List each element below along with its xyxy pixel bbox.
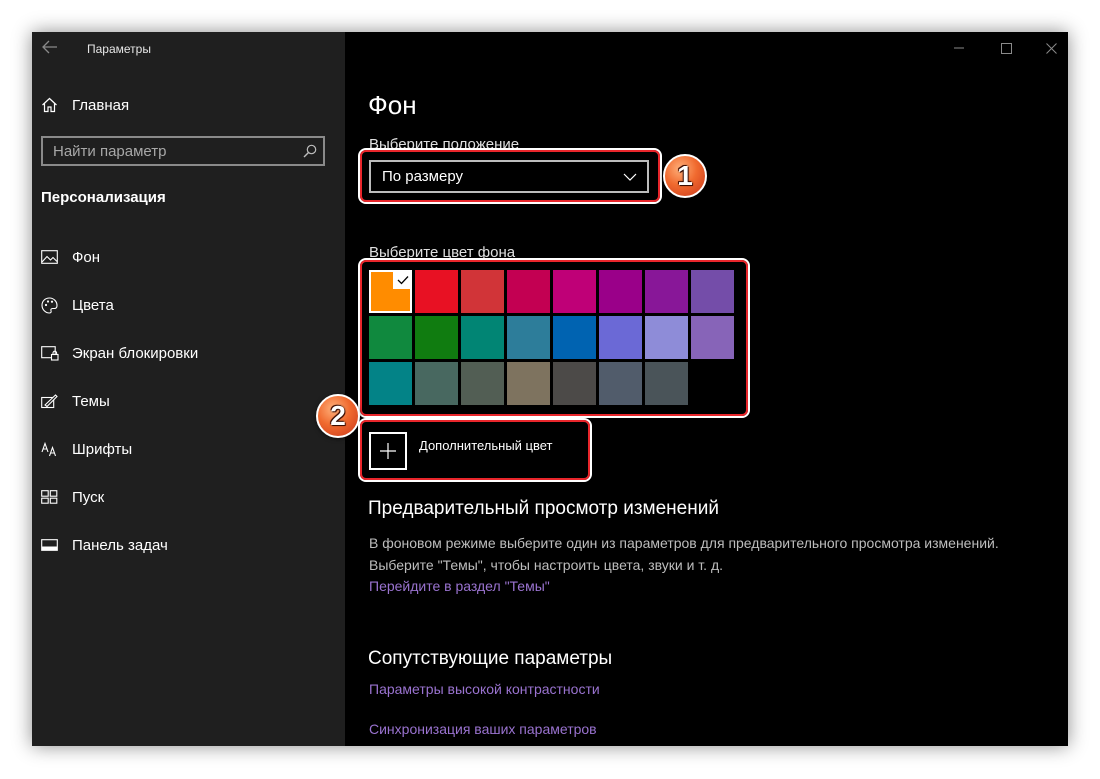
color-swatch[interactable] [599,270,642,313]
sidebar-item-label: Шрифты [72,440,133,458]
color-swatch[interactable] [415,270,458,313]
chevron-down-icon [623,173,637,181]
sidebar-item-label: Цвета [72,296,114,314]
sidebar-item-start[interactable]: Пуск [41,484,331,510]
color-swatch[interactable] [645,316,688,359]
color-swatch[interactable] [507,270,550,313]
color-swatch[interactable] [553,362,596,405]
color-swatch[interactable] [507,362,550,405]
fonts-icon [41,440,63,458]
position-value: По размеру [382,168,464,185]
color-swatch[interactable] [691,362,734,405]
color-swatch[interactable] [415,316,458,359]
color-swatch[interactable] [369,270,412,313]
color-swatch[interactable] [415,362,458,405]
section-title: Персонализация [41,189,166,206]
sidebar-item-colors[interactable]: Цвета [41,292,331,318]
search-placeholder: Найти параметр [53,142,167,160]
checkmark-icon [393,270,412,289]
sync-settings-link[interactable]: Синхронизация ваших параметров [369,721,597,737]
sidebar-item-label: Фон [72,248,101,266]
sidebar-item-lock-screen[interactable]: Экран блокировки [41,340,331,366]
page-title: Фон [368,90,417,120]
color-swatch-grid [369,270,737,408]
high-contrast-link[interactable]: Параметры высокой контрастности [369,681,600,697]
color-swatch[interactable] [461,362,504,405]
color-swatch[interactable] [553,316,596,359]
custom-color-button[interactable]: Дополнительный цвет [369,430,587,472]
preview-heading: Предварительный просмотр изменений [368,498,719,519]
home-icon [41,97,63,113]
picture-icon [41,248,63,266]
app-title: Параметры [87,42,151,56]
color-label: Выберите цвет фона [369,244,516,261]
color-swatch[interactable] [461,316,504,359]
related-heading: Сопутствующие параметры [368,648,613,669]
color-swatch[interactable] [645,362,688,405]
sidebar: Параметры Главная Найти параметр Персона… [32,32,345,746]
color-swatch[interactable] [507,316,550,359]
custom-color-label: Дополнительный цвет [419,437,553,453]
start-icon [41,488,63,506]
position-dropdown[interactable]: По размеру [369,160,649,193]
sidebar-item-themes[interactable]: Темы [41,388,331,414]
preview-desc-line1: В фоновом режиме выберите один из параме… [369,535,999,551]
sidebar-item-taskbar[interactable]: Панель задач [41,532,331,558]
color-swatch[interactable] [599,316,642,359]
preview-description: В фоновом режиме выберите один из параме… [369,532,1059,576]
sidebar-item-background[interactable]: Фон [41,244,331,270]
taskbar-icon [41,536,63,554]
sidebar-item-label: Панель задач [72,536,168,554]
color-swatch[interactable] [645,270,688,313]
home-label: Главная [72,96,130,114]
main-content: Фон Выберите положение По размеру 1 Выбе… [316,32,1068,746]
sidebar-item-label: Экран блокировки [72,344,199,362]
color-swatch[interactable] [553,270,596,313]
color-swatch[interactable] [599,362,642,405]
sidebar-item-label: Темы [72,392,110,410]
themes-link[interactable]: Перейдите в раздел "Темы" [369,578,550,594]
back-button[interactable] [36,36,64,62]
color-swatch[interactable] [691,270,734,313]
settings-window: Параметры Главная Найти параметр Персона… [32,32,1068,746]
palette-icon [41,296,63,314]
sidebar-item-fonts[interactable]: Шрифты [41,436,331,462]
color-swatch[interactable] [369,316,412,359]
step-badge-1: 1 [663,154,707,198]
lock-screen-icon [41,344,63,362]
color-swatch[interactable] [461,270,504,313]
search-icon [303,144,317,158]
color-swatch[interactable] [369,362,412,405]
color-swatch[interactable] [691,316,734,359]
sidebar-item-label: Пуск [72,488,105,506]
preview-desc-line2: Выберите "Темы", чтобы настроить цвета, … [369,557,723,573]
back-arrow-icon [42,40,57,54]
search-input[interactable]: Найти параметр [41,136,325,166]
plus-icon [369,432,407,470]
home-nav-item[interactable]: Главная [41,92,331,118]
step-badge-2: 2 [316,394,360,438]
themes-icon [41,392,63,410]
